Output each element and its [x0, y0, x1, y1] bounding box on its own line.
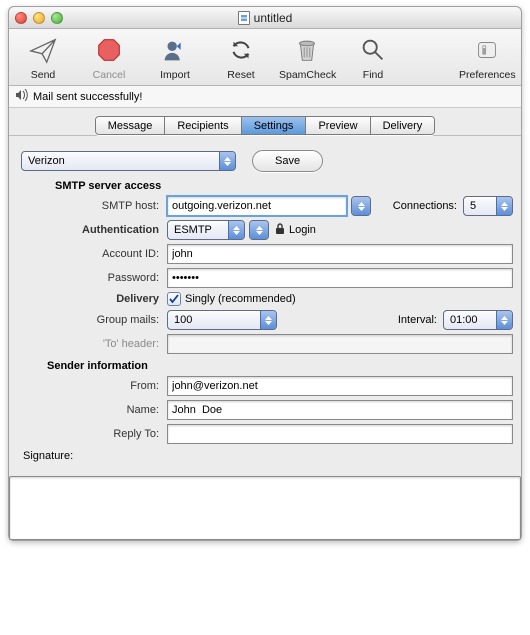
stop-octagon-icon [81, 33, 137, 67]
label-name: Name: [17, 404, 167, 416]
group-mails-value: 100 [174, 314, 192, 326]
circular-arrows-icon [213, 33, 269, 67]
login-label: Login [289, 224, 316, 236]
smtp-host-input[interactable] [167, 196, 347, 216]
reset-button[interactable]: Reset [213, 33, 269, 81]
tab-message[interactable]: Message [96, 117, 166, 134]
label-from: From: [17, 380, 167, 392]
chevron-updown-icon [219, 152, 235, 170]
window-buttons [15, 12, 63, 24]
label-delivery: Delivery [17, 293, 167, 305]
tab-preview[interactable]: Preview [306, 117, 370, 134]
singly-label: Singly (recommended) [185, 293, 296, 305]
label-connections: Connections: [393, 200, 457, 212]
auth-extra-button[interactable] [249, 220, 269, 240]
tab-recipients[interactable]: Recipients [165, 117, 241, 134]
chevron-updown-icon [352, 197, 370, 215]
smtp-host-stepper[interactable] [351, 196, 371, 216]
tab-delivery[interactable]: Delivery [371, 117, 435, 134]
tab-bar: Message Recipients Settings Preview Deli… [9, 108, 521, 136]
user-add-icon [147, 33, 203, 67]
minimize-icon[interactable] [33, 12, 45, 24]
tab-settings[interactable]: Settings [242, 117, 307, 134]
label-authentication: Authentication [17, 224, 167, 236]
interval-popup[interactable]: 01:00 [443, 310, 513, 330]
label-smtp-host: SMTP host: [17, 200, 167, 212]
connections-value: 5 [470, 200, 476, 212]
paperplane-icon [15, 33, 71, 67]
chevron-updown-icon [250, 221, 268, 239]
send-label: Send [15, 69, 71, 81]
app-window: untitled Send Cancel Imp [8, 6, 522, 541]
lock-icon [275, 223, 285, 238]
label-to-header: 'To' header: [17, 338, 167, 350]
sound-icon [15, 89, 29, 104]
window-title: untitled [254, 11, 293, 25]
magnifier-icon [345, 33, 401, 67]
spamcheck-label: SpamCheck [279, 69, 335, 81]
checkmark-icon [169, 294, 179, 304]
signature-textarea[interactable] [9, 476, 521, 540]
preferences-button[interactable]: Preferences [459, 33, 515, 81]
label-account-id: Account ID: [17, 248, 167, 260]
chevron-updown-icon [496, 197, 512, 215]
titlebar: untitled [9, 7, 521, 29]
send-button[interactable]: Send [15, 33, 71, 81]
from-input[interactable] [167, 376, 513, 396]
to-header-input [167, 334, 513, 354]
import-label: Import [147, 69, 203, 81]
account-id-input[interactable] [167, 244, 513, 264]
label-group-mails: Group mails: [17, 314, 167, 326]
close-icon[interactable] [15, 12, 27, 24]
label-password: Password: [17, 272, 167, 284]
find-button[interactable]: Find [345, 33, 401, 81]
trashcan-icon [279, 33, 335, 67]
interval-value: 01:00 [450, 314, 478, 326]
provider-value: Verizon [28, 155, 65, 167]
status-bar: Mail sent successfully! [9, 86, 521, 108]
chevron-updown-icon [260, 311, 276, 329]
reply-to-input[interactable] [167, 424, 513, 444]
auth-mode-value: ESMTP [174, 224, 212, 236]
import-button[interactable]: Import [147, 33, 203, 81]
login-indicator: Login [275, 223, 316, 238]
reset-label: Reset [213, 69, 269, 81]
switch-icon [459, 33, 515, 67]
auth-mode-popup[interactable]: ESMTP [167, 220, 245, 240]
settings-panel: Verizon Save SMTP server access SMTP hos… [9, 136, 521, 474]
chevron-updown-icon [228, 221, 244, 239]
label-interval: Interval: [398, 314, 437, 326]
section-sender-header: Sender information [47, 360, 513, 372]
label-signature: Signature: [23, 450, 513, 462]
zoom-icon[interactable] [51, 12, 63, 24]
connections-popup[interactable]: 5 [463, 196, 513, 216]
chevron-updown-icon [496, 311, 512, 329]
spamcheck-button[interactable]: SpamCheck [279, 33, 335, 81]
toolbar: Send Cancel Import Reset [9, 29, 521, 86]
provider-popup[interactable]: Verizon [21, 151, 236, 171]
preferences-label: Preferences [459, 69, 515, 81]
section-smtp-header: SMTP server access [55, 180, 513, 192]
password-input[interactable] [167, 268, 513, 288]
label-reply-to: Reply To: [17, 428, 167, 440]
cancel-button[interactable]: Cancel [81, 33, 137, 81]
save-button[interactable]: Save [252, 150, 323, 172]
singly-checkbox[interactable] [167, 292, 181, 306]
document-icon [238, 11, 250, 25]
name-input[interactable] [167, 400, 513, 420]
cancel-label: Cancel [81, 69, 137, 81]
status-text: Mail sent successfully! [33, 91, 142, 103]
find-label: Find [345, 69, 401, 81]
group-mails-popup[interactable]: 100 [167, 310, 277, 330]
